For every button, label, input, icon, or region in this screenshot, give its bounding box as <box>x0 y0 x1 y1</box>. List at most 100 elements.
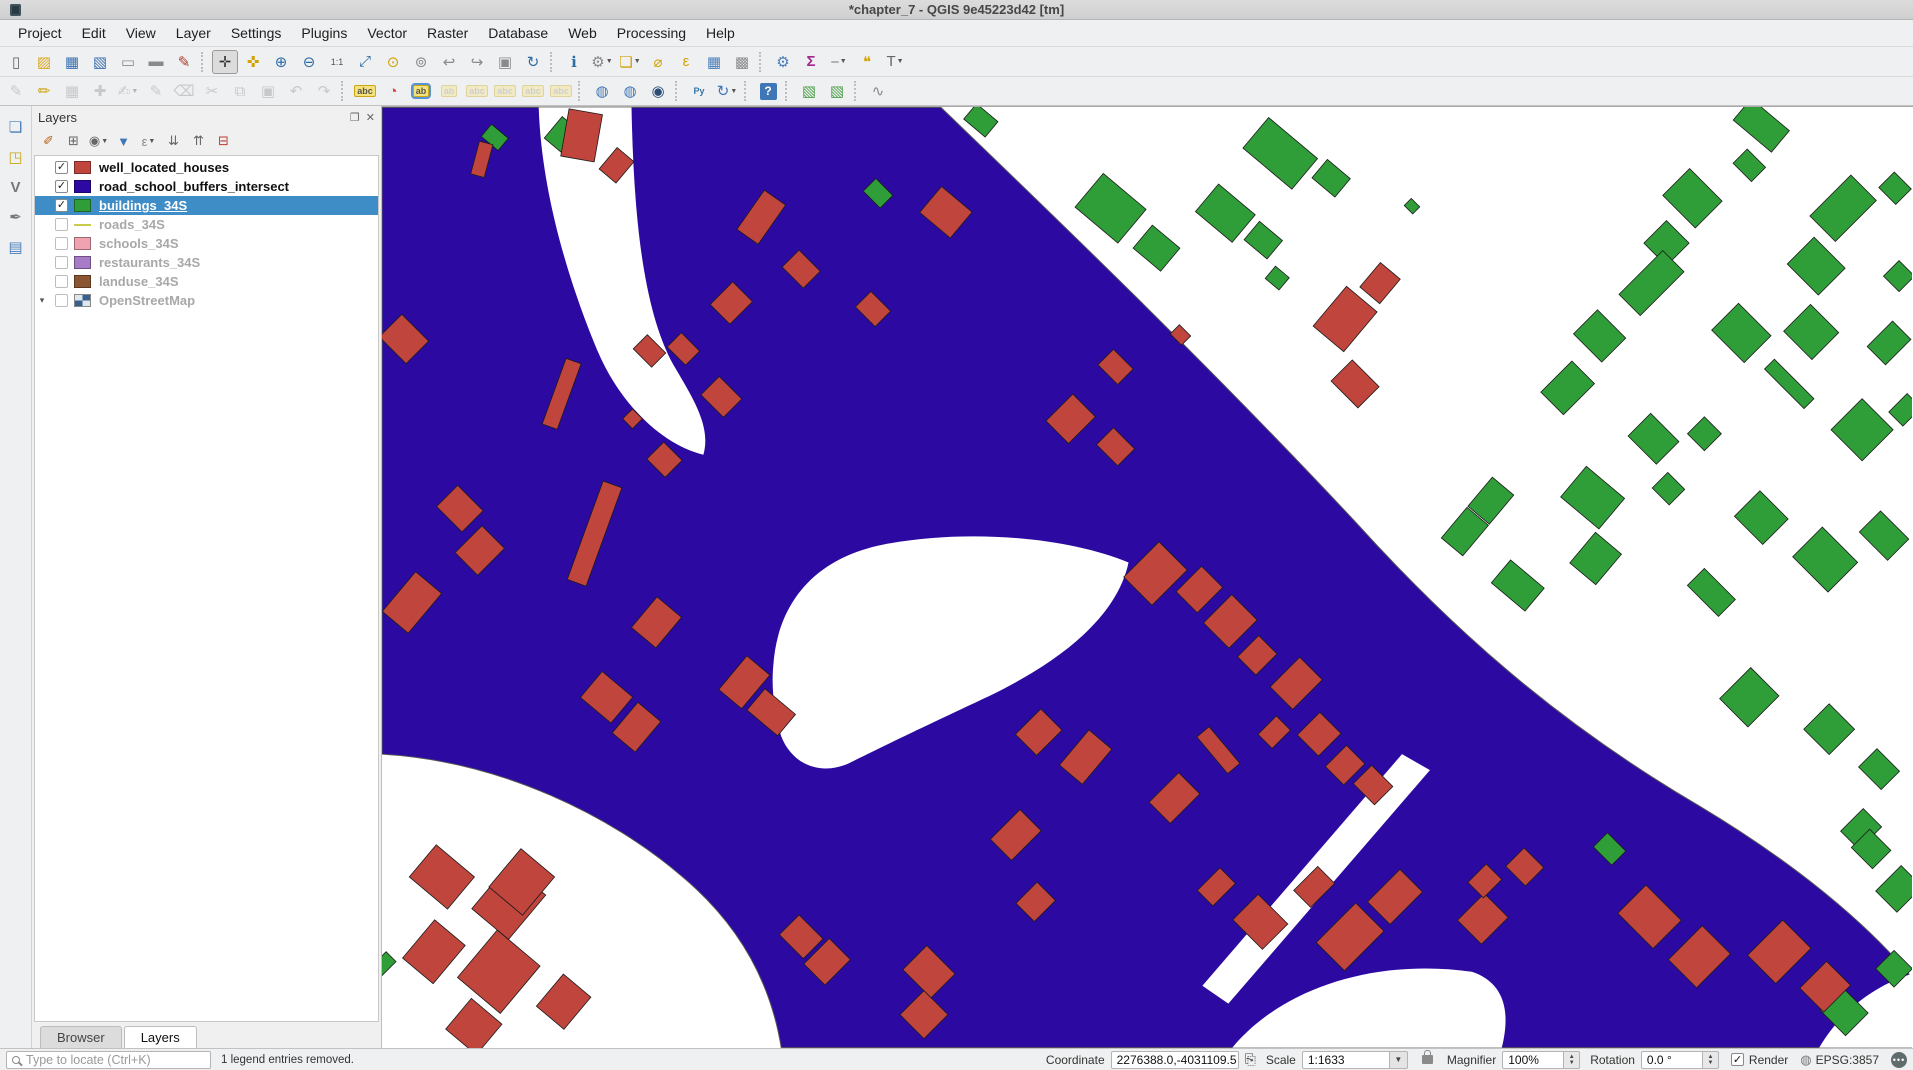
refresh-map-button[interactable]: ↻ <box>520 50 546 74</box>
save-project-as-button[interactable]: ▧ <box>87 50 113 74</box>
menu-project[interactable]: Project <box>8 22 72 44</box>
rotation-spin-buttons[interactable]: ▲▼ <box>1703 1051 1719 1069</box>
menu-vector[interactable]: Vector <box>357 22 417 44</box>
scale-value[interactable]: 1:1633 <box>1302 1051 1390 1069</box>
zoom-in-button[interactable]: ⊕ <box>268 50 294 74</box>
layer-item-schools_34S[interactable]: schools_34S <box>35 234 378 253</box>
quickmap-settings-button[interactable]: ▧ <box>824 79 850 103</box>
zoom-next-button[interactable]: ↪ <box>464 50 490 74</box>
layer-visibility-checkbox[interactable] <box>55 256 68 269</box>
zoom-to-selection-button[interactable]: ⊙ <box>380 50 406 74</box>
manage-map-themes-button[interactable]: ◉▼ <box>87 131 110 152</box>
redo-button[interactable]: ↷ <box>311 79 337 103</box>
layer-item-landuse_34S[interactable]: landuse_34S <box>35 272 378 291</box>
zoom-last-button[interactable]: ↩ <box>436 50 462 74</box>
new-project-button[interactable]: ▯ <box>3 50 29 74</box>
style-manager-button[interactable]: ✎ <box>171 50 197 74</box>
lock-scale-icon[interactable] <box>1422 1055 1433 1064</box>
metasearch-button[interactable]: ◉ <box>645 79 671 103</box>
layer-visibility-checkbox[interactable] <box>55 294 68 307</box>
layer-visibility-checkbox[interactable]: ✓ <box>55 199 68 212</box>
identify-features-button[interactable]: ℹ <box>561 50 587 74</box>
crs-status[interactable]: EPSG:3857 <box>1816 1053 1879 1067</box>
add-feature-button[interactable]: ✚ <box>87 79 113 103</box>
labeling-single-button[interactable]: ab <box>408 79 434 103</box>
quickmap-services-button[interactable]: ▧ <box>796 79 822 103</box>
field-calculator-button[interactable]: ▩ <box>729 50 755 74</box>
window-titlebar[interactable]: *chapter_7 - QGIS 9e45223d42 [tm] <box>0 0 1913 20</box>
pan-map-button[interactable]: ✛ <box>212 50 238 74</box>
cut-features-button[interactable]: ✂ <box>199 79 225 103</box>
menu-raster[interactable]: Raster <box>417 22 478 44</box>
dropdown-arrow-icon[interactable]: ▼ <box>148 138 155 145</box>
new-shapefile-layer-button[interactable]: V <box>3 175 29 199</box>
layer-item-roads_34S[interactable]: roads_34S <box>35 215 378 234</box>
panel-close-button[interactable]: ✕ <box>366 111 375 124</box>
layer-item-road_school_buffers_intersect[interactable]: ✓road_school_buffers_intersect <box>35 177 378 196</box>
dropdown-arrow-icon[interactable]: ▼ <box>730 88 737 95</box>
new-print-layout-button[interactable]: ▭ <box>115 50 141 74</box>
modify-attributes-button[interactable]: ✎ <box>143 79 169 103</box>
undo-button[interactable]: ↶ <box>283 79 309 103</box>
select-by-expression-button[interactable]: ε <box>673 50 699 74</box>
expand-all-button[interactable]: ⇊ <box>162 131 185 152</box>
map-tips-button[interactable]: ❝ <box>854 50 880 74</box>
zoom-to-layer-button[interactable]: ⊚ <box>408 50 434 74</box>
menu-view[interactable]: View <box>116 22 166 44</box>
layer-visibility-checkbox[interactable] <box>55 275 68 288</box>
menu-plugins[interactable]: Plugins <box>291 22 357 44</box>
messages-button[interactable]: ••• <box>1891 1052 1907 1068</box>
add-group-button[interactable]: ⊞ <box>62 131 85 152</box>
deselect-features-button[interactable]: ⌀ <box>645 50 671 74</box>
layer-visibility-checkbox[interactable]: ✓ <box>55 161 68 174</box>
pan-to-selection-button[interactable]: ✜ <box>240 50 266 74</box>
add-wms-layer-button[interactable]: ◳ <box>3 145 29 169</box>
menu-processing[interactable]: Processing <box>607 22 696 44</box>
layer-visibility-checkbox[interactable] <box>55 218 68 231</box>
processing-history-button[interactable]: ↻▼ <box>714 79 740 103</box>
map-canvas[interactable] <box>382 106 1913 1048</box>
dropdown-arrow-icon[interactable]: ▼ <box>606 58 613 65</box>
scale-combo[interactable]: 1:1633 ▼ <box>1302 1051 1408 1069</box>
dropdown-arrow-icon[interactable]: ▼ <box>840 58 847 65</box>
labeling-change-button[interactable]: abc <box>548 79 574 103</box>
dropdown-arrow-icon[interactable]: ▼ <box>897 58 904 65</box>
current-edits-button[interactable]: ✎ <box>3 79 29 103</box>
filter-by-expression-button[interactable]: ε▼ <box>137 131 160 152</box>
locate-search-input[interactable]: Type to locate (Ctrl+K) <box>6 1051 211 1069</box>
zoom-native-button[interactable]: 1:1 <box>324 50 350 74</box>
zoom-full-button[interactable]: ⤢ <box>352 50 378 74</box>
processing-toolbox-button[interactable]: ⚙ <box>770 50 796 74</box>
zoom-out-button[interactable]: ⊖ <box>296 50 322 74</box>
run-feature-action-button[interactable]: ⚙▼ <box>589 50 615 74</box>
open-layer-styling-button[interactable]: ✐ <box>37 131 60 152</box>
open-project-button[interactable]: ▨ <box>31 50 57 74</box>
layer-diagram-button[interactable]: ◔ <box>380 79 406 103</box>
dropdown-arrow-icon[interactable]: ▼ <box>101 138 108 145</box>
open-attribute-table-button[interactable]: ▦ <box>701 50 727 74</box>
measure-line-button[interactable]: ⎯▼ <box>826 50 852 74</box>
rotation-value[interactable]: 0.0 ° <box>1641 1051 1703 1069</box>
vertex-tool-button[interactable]: ✍▼ <box>115 79 141 103</box>
save-layer-edits-button[interactable]: ▦ <box>59 79 85 103</box>
help-contents-button[interactable]: ? <box>755 79 781 103</box>
remove-layer-button[interactable]: ⊟ <box>212 131 235 152</box>
menu-database[interactable]: Database <box>478 22 558 44</box>
layer-item-OpenStreetMap[interactable]: ▾OpenStreetMap <box>35 291 378 310</box>
metasearch-csw-add-button[interactable]: ◍ <box>589 79 615 103</box>
dropdown-arrow-icon[interactable]: ▼ <box>131 88 138 95</box>
dropdown-arrow-icon[interactable]: ▼ <box>634 58 641 65</box>
menu-edit[interactable]: Edit <box>72 22 116 44</box>
layer-labeling-button[interactable]: abc <box>352 79 378 103</box>
menu-settings[interactable]: Settings <box>221 22 292 44</box>
layer-item-buildings_34S[interactable]: ✓buildings_34S <box>35 196 378 215</box>
layer-visibility-checkbox[interactable]: ✓ <box>55 180 68 193</box>
delete-selected-button[interactable]: ⌫ <box>171 79 197 103</box>
panel-float-button[interactable]: ❐ <box>350 111 360 124</box>
menu-help[interactable]: Help <box>696 22 745 44</box>
select-features-button[interactable]: ❏▼ <box>617 50 643 74</box>
text-annotation-button[interactable]: T▼ <box>882 50 908 74</box>
copy-features-button[interactable]: ⧉ <box>227 79 253 103</box>
layer-visibility-checkbox[interactable] <box>55 237 68 250</box>
labeling-show-hide-button[interactable]: abc <box>464 79 490 103</box>
